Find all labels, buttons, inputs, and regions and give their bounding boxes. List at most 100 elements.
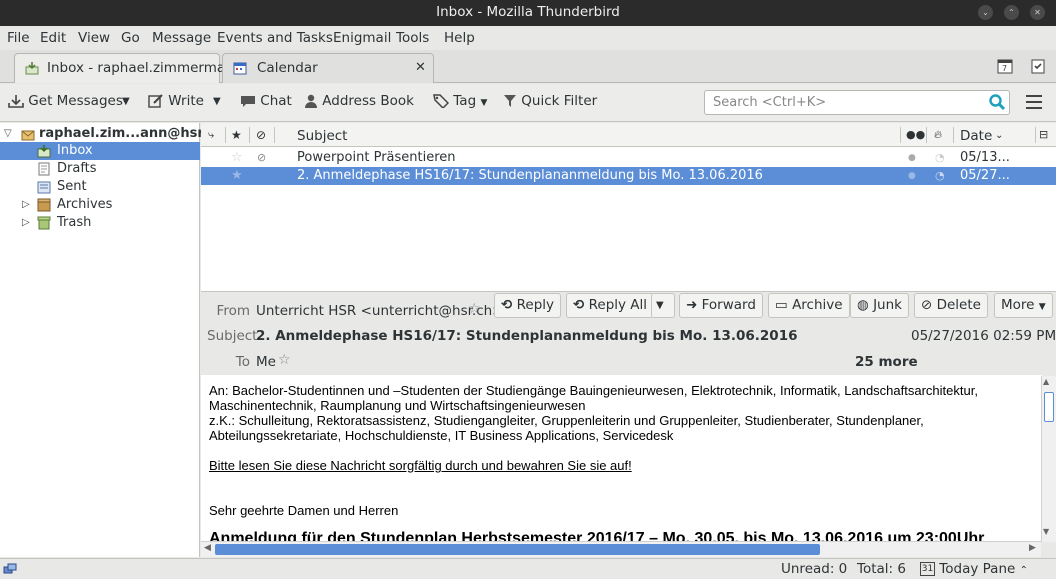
menu-file[interactable]: File bbox=[7, 30, 30, 46]
write-dropdown-icon[interactable]: ▼ bbox=[213, 96, 221, 107]
more-button[interactable]: More ▼ bbox=[994, 293, 1053, 318]
menu-events-tasks[interactable]: Events and Tasks bbox=[217, 30, 333, 46]
folder-inbox[interactable]: Inbox bbox=[0, 142, 200, 160]
junk-status-icon[interactable]: ◔ bbox=[935, 167, 945, 185]
star-contact-icon[interactable]: ☆ bbox=[278, 352, 291, 368]
menu-enigmail[interactable]: Enigmail bbox=[333, 30, 391, 46]
online-status-icon[interactable] bbox=[3, 562, 17, 576]
thread-column-icon[interactable]: ⤷ bbox=[208, 128, 214, 142]
close-tab-icon[interactable]: ✕ bbox=[415, 60, 426, 75]
get-messages-dropdown-icon[interactable]: ▼ bbox=[122, 96, 130, 107]
person-icon bbox=[305, 94, 317, 108]
menu-help[interactable]: Help bbox=[444, 30, 475, 46]
close-window-icon[interactable]: ✕ bbox=[1030, 5, 1045, 20]
junk-button[interactable]: ◍ Junk bbox=[850, 293, 909, 318]
sent-folder-icon bbox=[37, 181, 51, 194]
from-value[interactable]: Unterricht HSR <unterricht@hsr.ch> bbox=[256, 303, 504, 319]
table-row[interactable]: ☆ ⊘ Powerpoint Präsentieren ● ◔ 05/13... bbox=[201, 149, 1056, 167]
read-column-icon[interactable]: ●● bbox=[906, 128, 925, 141]
tab-inbox[interactable]: Inbox - raphael.zimmerma... bbox=[14, 53, 238, 83]
search-input[interactable]: Search <Ctrl+K> bbox=[704, 90, 1010, 115]
tasks-toggle-icon[interactable] bbox=[1030, 58, 1046, 74]
svg-text:7: 7 bbox=[1002, 64, 1007, 73]
maximize-icon[interactable]: ⌃ bbox=[1004, 5, 1019, 20]
junk-label: Junk bbox=[873, 297, 902, 313]
read-dot-icon[interactable]: ● bbox=[908, 167, 916, 185]
total-count: Total: 6 bbox=[857, 561, 906, 577]
more-recipients-link[interactable]: 25 more bbox=[855, 354, 918, 370]
quick-filter-button[interactable]: Quick Filter bbox=[503, 93, 597, 109]
get-messages-label: Get Messages bbox=[28, 93, 123, 109]
body-line: Maschinentechnik, Raumplanung und Wirtsc… bbox=[209, 398, 586, 413]
chat-button[interactable]: Chat bbox=[240, 93, 292, 109]
inbox-icon bbox=[25, 62, 39, 75]
thread-pane: ⤷ ★ ⊘ Subject ●● 🔥︎ Date ⌄ ⊟ ☆ ⊘ Powerpo… bbox=[201, 123, 1056, 291]
read-dot-icon[interactable]: ● bbox=[908, 149, 916, 167]
menu-message[interactable]: Message bbox=[152, 30, 211, 46]
calendar-toggle-icon[interactable]: 7 bbox=[997, 58, 1013, 74]
minimize-icon[interactable]: ⌄ bbox=[978, 5, 993, 20]
vertical-scrollbar[interactable]: ▲ ▼ bbox=[1041, 376, 1056, 542]
get-messages-button[interactable]: Get Messages bbox=[8, 93, 123, 109]
star-icon[interactable]: ☆ bbox=[231, 149, 243, 167]
table-row[interactable]: ★ 2. Anmeldephase HS16/17: Stundenplanan… bbox=[201, 167, 1056, 185]
tab-calendar[interactable]: Calendar ✕ bbox=[222, 53, 434, 83]
delete-button[interactable]: ⊘ Delete bbox=[914, 293, 988, 318]
sort-arrow-icon: ⌄ bbox=[995, 130, 1004, 141]
folder-drafts[interactable]: Drafts bbox=[0, 160, 200, 178]
subject-value: 2. Anmeldephase HS16/17: Stundenplananme… bbox=[256, 328, 798, 344]
thread-date: 05/27... bbox=[960, 168, 1010, 183]
write-button[interactable]: Write bbox=[148, 93, 204, 109]
reply-label: Reply bbox=[516, 297, 554, 313]
junk-status-icon[interactable]: ◔ bbox=[935, 149, 945, 167]
tag-icon bbox=[433, 94, 449, 108]
folder-inbox-label: Inbox bbox=[57, 143, 93, 158]
horizontal-scrollbar[interactable]: ◀ ▶ bbox=[201, 541, 1041, 557]
archive-button[interactable]: ▭ Archive bbox=[768, 293, 850, 318]
attachment-column-icon[interactable]: ⊘ bbox=[256, 128, 266, 142]
horizontal-scroll-thumb[interactable] bbox=[215, 544, 820, 555]
inbox-folder-icon bbox=[37, 145, 51, 158]
menu-edit[interactable]: Edit bbox=[40, 30, 66, 46]
folder-archives[interactable]: ▷ Archives bbox=[0, 196, 200, 214]
date-column-header[interactable]: Date bbox=[960, 128, 992, 144]
more-label: More bbox=[1001, 297, 1035, 313]
folder-sent-label: Sent bbox=[57, 179, 87, 194]
pencil-icon bbox=[148, 94, 163, 108]
tag-label: Tag bbox=[453, 93, 477, 109]
vertical-scroll-thumb[interactable] bbox=[1044, 392, 1054, 422]
menu-go[interactable]: Go bbox=[121, 30, 140, 46]
tab-bar: Inbox - raphael.zimmerma... Calendar ✕ 7 bbox=[0, 50, 1056, 83]
subject-column-header[interactable]: Subject bbox=[297, 128, 347, 144]
today-pane-button[interactable]: 31 Today Pane ⌃ bbox=[920, 561, 1028, 577]
calendar-day-icon: 31 bbox=[920, 562, 935, 576]
forward-button[interactable]: ➜ Forward bbox=[679, 293, 763, 318]
star-icon[interactable]: ★ bbox=[231, 167, 243, 185]
expand-arrow-icon[interactable]: ▷ bbox=[22, 196, 30, 214]
tag-button[interactable]: Tag ▼ bbox=[433, 93, 487, 109]
star-contact-icon[interactable]: ☆ bbox=[468, 301, 481, 317]
write-label: Write bbox=[168, 93, 204, 109]
menu-tools[interactable]: Tools bbox=[396, 30, 429, 46]
thread-subject: 2. Anmeldephase HS16/17: Stundenplananme… bbox=[297, 168, 763, 183]
reply-all-button[interactable]: ⟲ Reply All bbox=[566, 293, 655, 318]
folder-trash[interactable]: ▷ Trash bbox=[0, 214, 200, 232]
to-value[interactable]: Me bbox=[256, 354, 276, 370]
column-picker-icon[interactable]: ⊟ bbox=[1039, 128, 1048, 141]
folder-sent[interactable]: Sent bbox=[0, 178, 200, 196]
body-line: Abteilungssekretariate, Hochschuldienste… bbox=[209, 428, 674, 443]
menu-view[interactable]: View bbox=[78, 30, 110, 46]
search-icon[interactable] bbox=[989, 94, 1005, 110]
expand-arrow-icon[interactable]: ▷ bbox=[22, 214, 30, 232]
window-title: Inbox - Mozilla Thunderbird bbox=[436, 4, 620, 20]
app-menu-icon[interactable] bbox=[1026, 95, 1042, 109]
account-row[interactable]: ▽ raphael.zim...ann@hsr.ch bbox=[0, 125, 224, 143]
trash-folder-icon bbox=[37, 216, 51, 230]
junk-column-icon[interactable]: 🔥︎ bbox=[934, 128, 942, 142]
reply-button[interactable]: ⟲ Reply bbox=[494, 293, 561, 318]
reply-all-dropdown-icon[interactable]: ▼ bbox=[651, 293, 675, 318]
address-book-button[interactable]: Address Book bbox=[304, 93, 414, 109]
message-body: An: Bachelor-Studentinnen und –Studenten… bbox=[201, 375, 1042, 542]
starred-column-icon[interactable]: ★ bbox=[231, 128, 242, 142]
collapse-arrow-icon[interactable]: ▽ bbox=[4, 125, 12, 143]
